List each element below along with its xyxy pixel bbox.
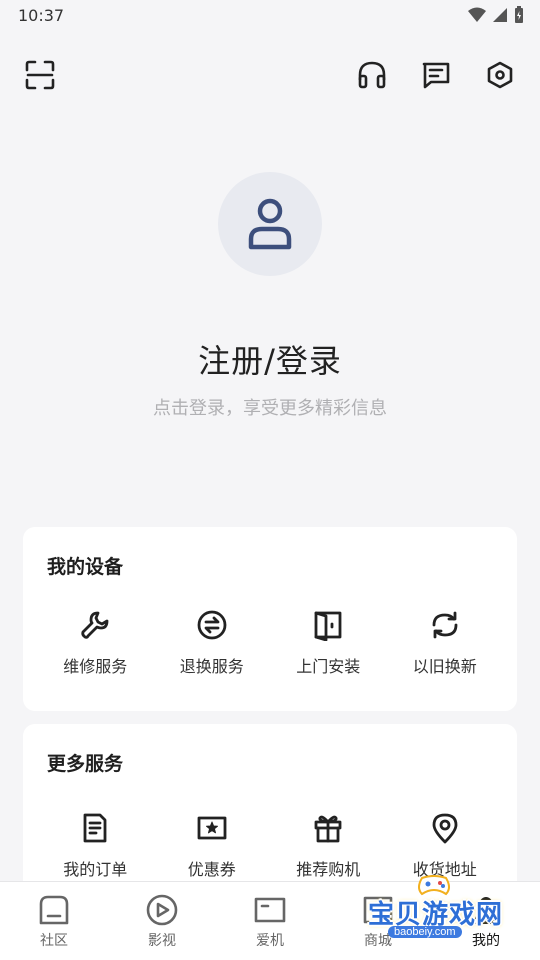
device-item-label: 上门安装 (296, 657, 361, 676)
nav-tab-device[interactable]: 爱机 (216, 882, 324, 960)
headphones-icon (358, 61, 386, 89)
service-item-address[interactable]: 收货地址 (387, 812, 504, 880)
scan-icon (25, 60, 55, 90)
login-subtitle: 点击登录，享受更多精彩信息 (153, 398, 387, 419)
community-icon (39, 895, 69, 925)
nav-label: 社区 (40, 933, 68, 949)
avatar[interactable] (218, 172, 322, 276)
devices-grid: 维修服务 退换服务 上门安装 以旧换新 (37, 609, 503, 677)
device-item-label: 以旧换新 (412, 657, 477, 676)
message-icon (422, 62, 450, 89)
play-icon (146, 894, 178, 926)
coupon-icon (197, 816, 227, 840)
login-title[interactable]: 注册/登录 (0, 336, 540, 382)
refresh-icon (432, 611, 458, 639)
gift-icon (314, 815, 342, 843)
wrench-icon (81, 611, 109, 639)
service-item-label: 推荐购机 (296, 860, 361, 879)
status-bar: 10:37 (0, 0, 540, 32)
nav-label: 影视 (148, 933, 176, 949)
service-item-recommend[interactable]: 推荐购机 (270, 812, 387, 880)
device-item-label: 退换服务 (179, 657, 244, 676)
nav-label: 爱机 (256, 933, 284, 949)
service-item-label: 我的订单 (63, 860, 128, 879)
watermark: 宝贝游戏网 baobeiy.com (360, 872, 510, 942)
device-item-trade-in[interactable]: 以旧换新 (387, 609, 504, 677)
user-icon (248, 198, 292, 250)
exchange-icon (197, 610, 227, 640)
settings-button[interactable] (480, 55, 520, 95)
nav-tab-video[interactable]: 影视 (108, 882, 216, 960)
devices-card-title: 我的设备 (47, 556, 124, 578)
wifi-icon (468, 7, 486, 22)
customer-service-button[interactable] (352, 55, 392, 95)
signal-icon (493, 8, 507, 22)
settings-hexagon-icon (487, 61, 513, 89)
door-icon (314, 611, 342, 641)
device-icon (254, 897, 286, 923)
status-icons (468, 6, 524, 24)
services-card-title: 更多服务 (47, 753, 124, 775)
location-icon (432, 813, 458, 844)
nav-tab-community[interactable]: 社区 (0, 882, 108, 960)
device-item-exchange[interactable]: 退换服务 (154, 609, 271, 677)
device-item-install[interactable]: 上门安装 (270, 609, 387, 677)
device-item-label: 维修服务 (63, 657, 128, 676)
device-item-repair[interactable]: 维修服务 (37, 609, 154, 677)
service-item-coupons[interactable]: 优惠券 (154, 812, 271, 880)
service-item-orders[interactable]: 我的订单 (37, 812, 154, 880)
messages-button[interactable] (416, 55, 456, 95)
devices-card: 我的设备 维修服务 退换服务 上门安装 以旧换新 (23, 527, 517, 711)
status-time: 10:37 (18, 6, 65, 25)
order-icon (83, 813, 107, 843)
service-item-label: 优惠券 (187, 860, 236, 879)
battery-icon (515, 6, 523, 23)
watermark-url: baobeiy.com (388, 926, 462, 938)
scan-button[interactable] (20, 55, 60, 95)
services-grid: 我的订单 优惠券 推荐购机 收货地址 (37, 812, 503, 880)
